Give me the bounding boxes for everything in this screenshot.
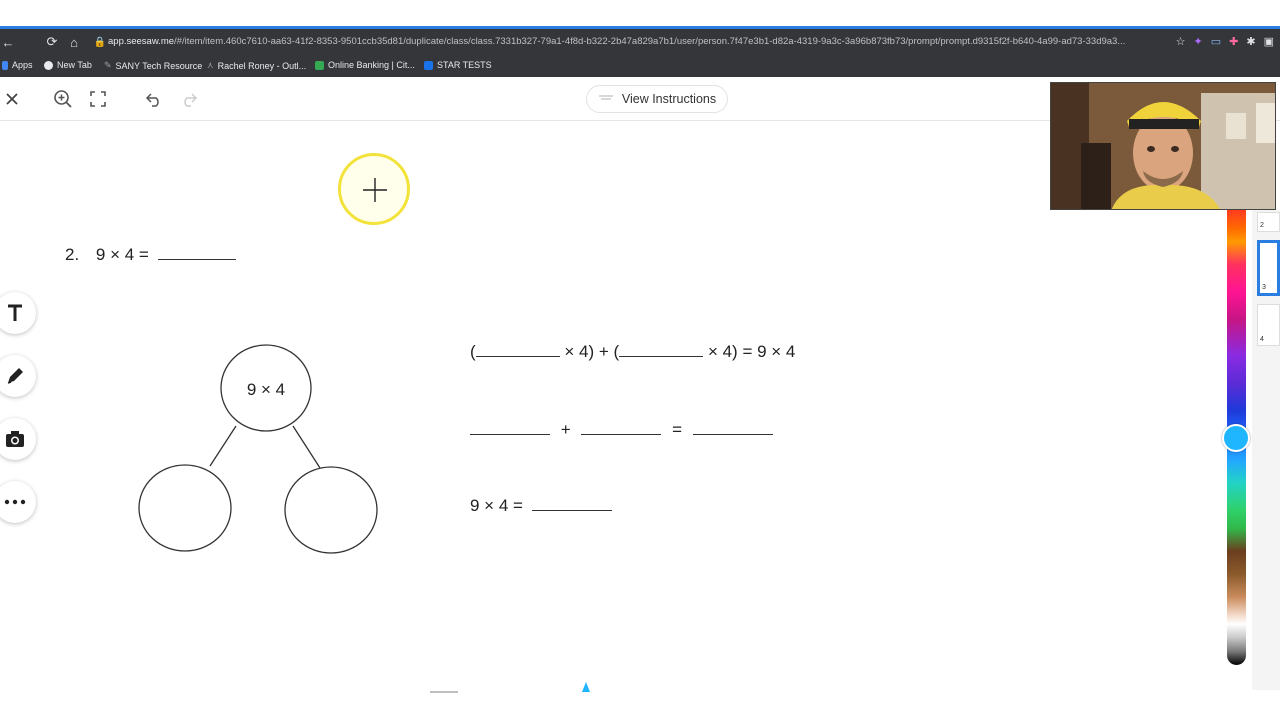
problem-number: 2. <box>65 245 80 264</box>
plus-sign: + <box>560 420 571 439</box>
text-tool-icon <box>8 304 22 321</box>
equation-product: 9 × 4 = <box>470 496 612 516</box>
extension-icon[interactable]: ✦ <box>1194 35 1203 48</box>
bookmark-star-tests[interactable]: STAR TESTS <box>424 60 492 70</box>
bookmark-label: STAR TESTS <box>437 60 492 70</box>
webcam-video <box>1051 83 1275 209</box>
equation-text: × 4) + ( <box>564 342 620 361</box>
more-icon <box>4 499 26 505</box>
url-field[interactable]: app.seesaw.me/#/item/item.460c7610-aa63-… <box>108 36 1158 47</box>
equation-distributive: ( × 4) + ( × 4) = 9 × 4 <box>470 342 795 362</box>
home-icon[interactable]: ⌂ <box>66 35 82 50</box>
page-number: 3 <box>1262 284 1266 291</box>
window-icon[interactable]: ▣ <box>1264 35 1274 48</box>
page-thumbnail[interactable]: 4 <box>1257 304 1280 346</box>
instructions-icon <box>598 95 613 100</box>
bookmarks-bar: Apps New Tab ✎ SANY Tech Resource ⋏ Rach… <box>0 55 1280 77</box>
extension-icons: ☆ ✦ ▭ ✚ ✱ ▣ <box>1176 35 1274 48</box>
bookmark-new-tab[interactable]: New Tab <box>44 60 92 70</box>
worksheet-canvas[interactable]: 2. 9 × 4 = 9 × 4 ( × 4) + ( × 4) = 9 × 4… <box>0 122 1225 692</box>
number-bond-diagram: 9 × 4 <box>138 344 378 554</box>
bond-part-right[interactable] <box>284 466 378 554</box>
page-thumbnail-strip: 2 3 4 <box>1252 210 1280 690</box>
bookmark-label: Rachel Roney - Outl... <box>217 60 307 71</box>
close-icon[interactable] <box>0 87 24 111</box>
bookmark-icon: ⋏ <box>207 60 214 70</box>
chrome-icon <box>44 60 53 70</box>
bookmark-label: SANY Tech Resource <box>115 60 203 71</box>
page-thumbnail[interactable]: 2 <box>1257 212 1280 232</box>
answer-blank[interactable] <box>581 421 662 435</box>
answer-blank[interactable] <box>692 421 773 435</box>
answer-blank[interactable] <box>157 246 236 260</box>
answer-blank[interactable] <box>475 343 560 357</box>
page-number: 4 <box>1260 336 1264 343</box>
problem-heading: 2. 9 × 4 = <box>65 245 236 265</box>
camera-icon <box>6 431 24 447</box>
reload-icon[interactable]: ⟳ <box>44 34 60 50</box>
bond-whole-label: 9 × 4 <box>247 380 285 399</box>
bookmark-sany[interactable]: ✎ SANY Tech Resource <box>104 60 202 71</box>
undo-icon[interactable] <box>142 87 166 111</box>
fullscreen-icon[interactable] <box>86 87 110 111</box>
webcam-overlay <box>1050 82 1276 210</box>
view-instructions-button[interactable]: View Instructions <box>586 85 728 113</box>
answer-blank[interactable] <box>531 497 612 511</box>
bottom-area <box>0 682 1280 720</box>
crosshair-icon <box>363 178 387 202</box>
bookmark-banking[interactable]: Online Banking | Cit... <box>315 60 415 70</box>
lock-icon: 🔒 <box>93 36 107 48</box>
url-path: /#/item/item.460c7610-aa63-41f2-8353-950… <box>174 36 1126 47</box>
answer-blank[interactable] <box>470 421 550 435</box>
extension-icon[interactable]: ▭ <box>1211 35 1221 48</box>
color-palette-knob[interactable] <box>1222 424 1250 452</box>
equals-sign: = <box>672 420 683 439</box>
star-icon[interactable]: ☆ <box>1176 35 1186 48</box>
bookmark-label: Apps <box>12 60 33 70</box>
bookmark-label: New Tab <box>57 60 92 70</box>
apps-icon <box>2 60 8 70</box>
browser-tabstrip <box>0 0 1280 28</box>
zoom-in-icon[interactable] <box>51 87 75 111</box>
puzzle-icon[interactable]: ✱ <box>1246 35 1255 48</box>
drop-pin-icon[interactable] <box>580 682 592 694</box>
page-thumbnail-active[interactable]: 3 <box>1257 240 1280 296</box>
page-number: 2 <box>1260 222 1264 229</box>
bond-connector-right <box>292 425 321 469</box>
equation-sum: + = <box>470 420 773 440</box>
cursor-highlight <box>338 153 410 225</box>
bookmark-label: Online Banking | Cit... <box>328 60 415 70</box>
extension-icon[interactable]: ✚ <box>1229 35 1238 48</box>
bond-part-left[interactable] <box>138 464 232 552</box>
bookmark-apps[interactable]: Apps <box>2 60 33 70</box>
view-instructions-label: View Instructions <box>621 92 717 106</box>
bookmark-icon <box>424 60 433 70</box>
bookmark-outlook[interactable]: ⋏ Rachel Roney - Outl... <box>207 60 306 71</box>
back-icon[interactable]: ← <box>0 35 16 50</box>
bank-icon <box>315 60 324 70</box>
page-handle-icon[interactable] <box>428 690 460 696</box>
redo-icon[interactable] <box>177 87 201 111</box>
answer-blank[interactable] <box>619 343 704 357</box>
pen-icon <box>7 368 23 384</box>
url-host: app.seesaw.me <box>108 36 175 47</box>
equation-text: × 4) = 9 × 4 <box>707 342 796 361</box>
bookmark-icon: ✎ <box>104 60 112 70</box>
problem-expression: 9 × 4 = <box>95 245 149 264</box>
bond-connector-left <box>209 425 237 467</box>
equation-text: 9 × 4 = <box>470 496 523 515</box>
browser-address-bar: ← ⟳ ⌂ 🔒 app.seesaw.me/#/item/item.460c76… <box>0 29 1280 55</box>
